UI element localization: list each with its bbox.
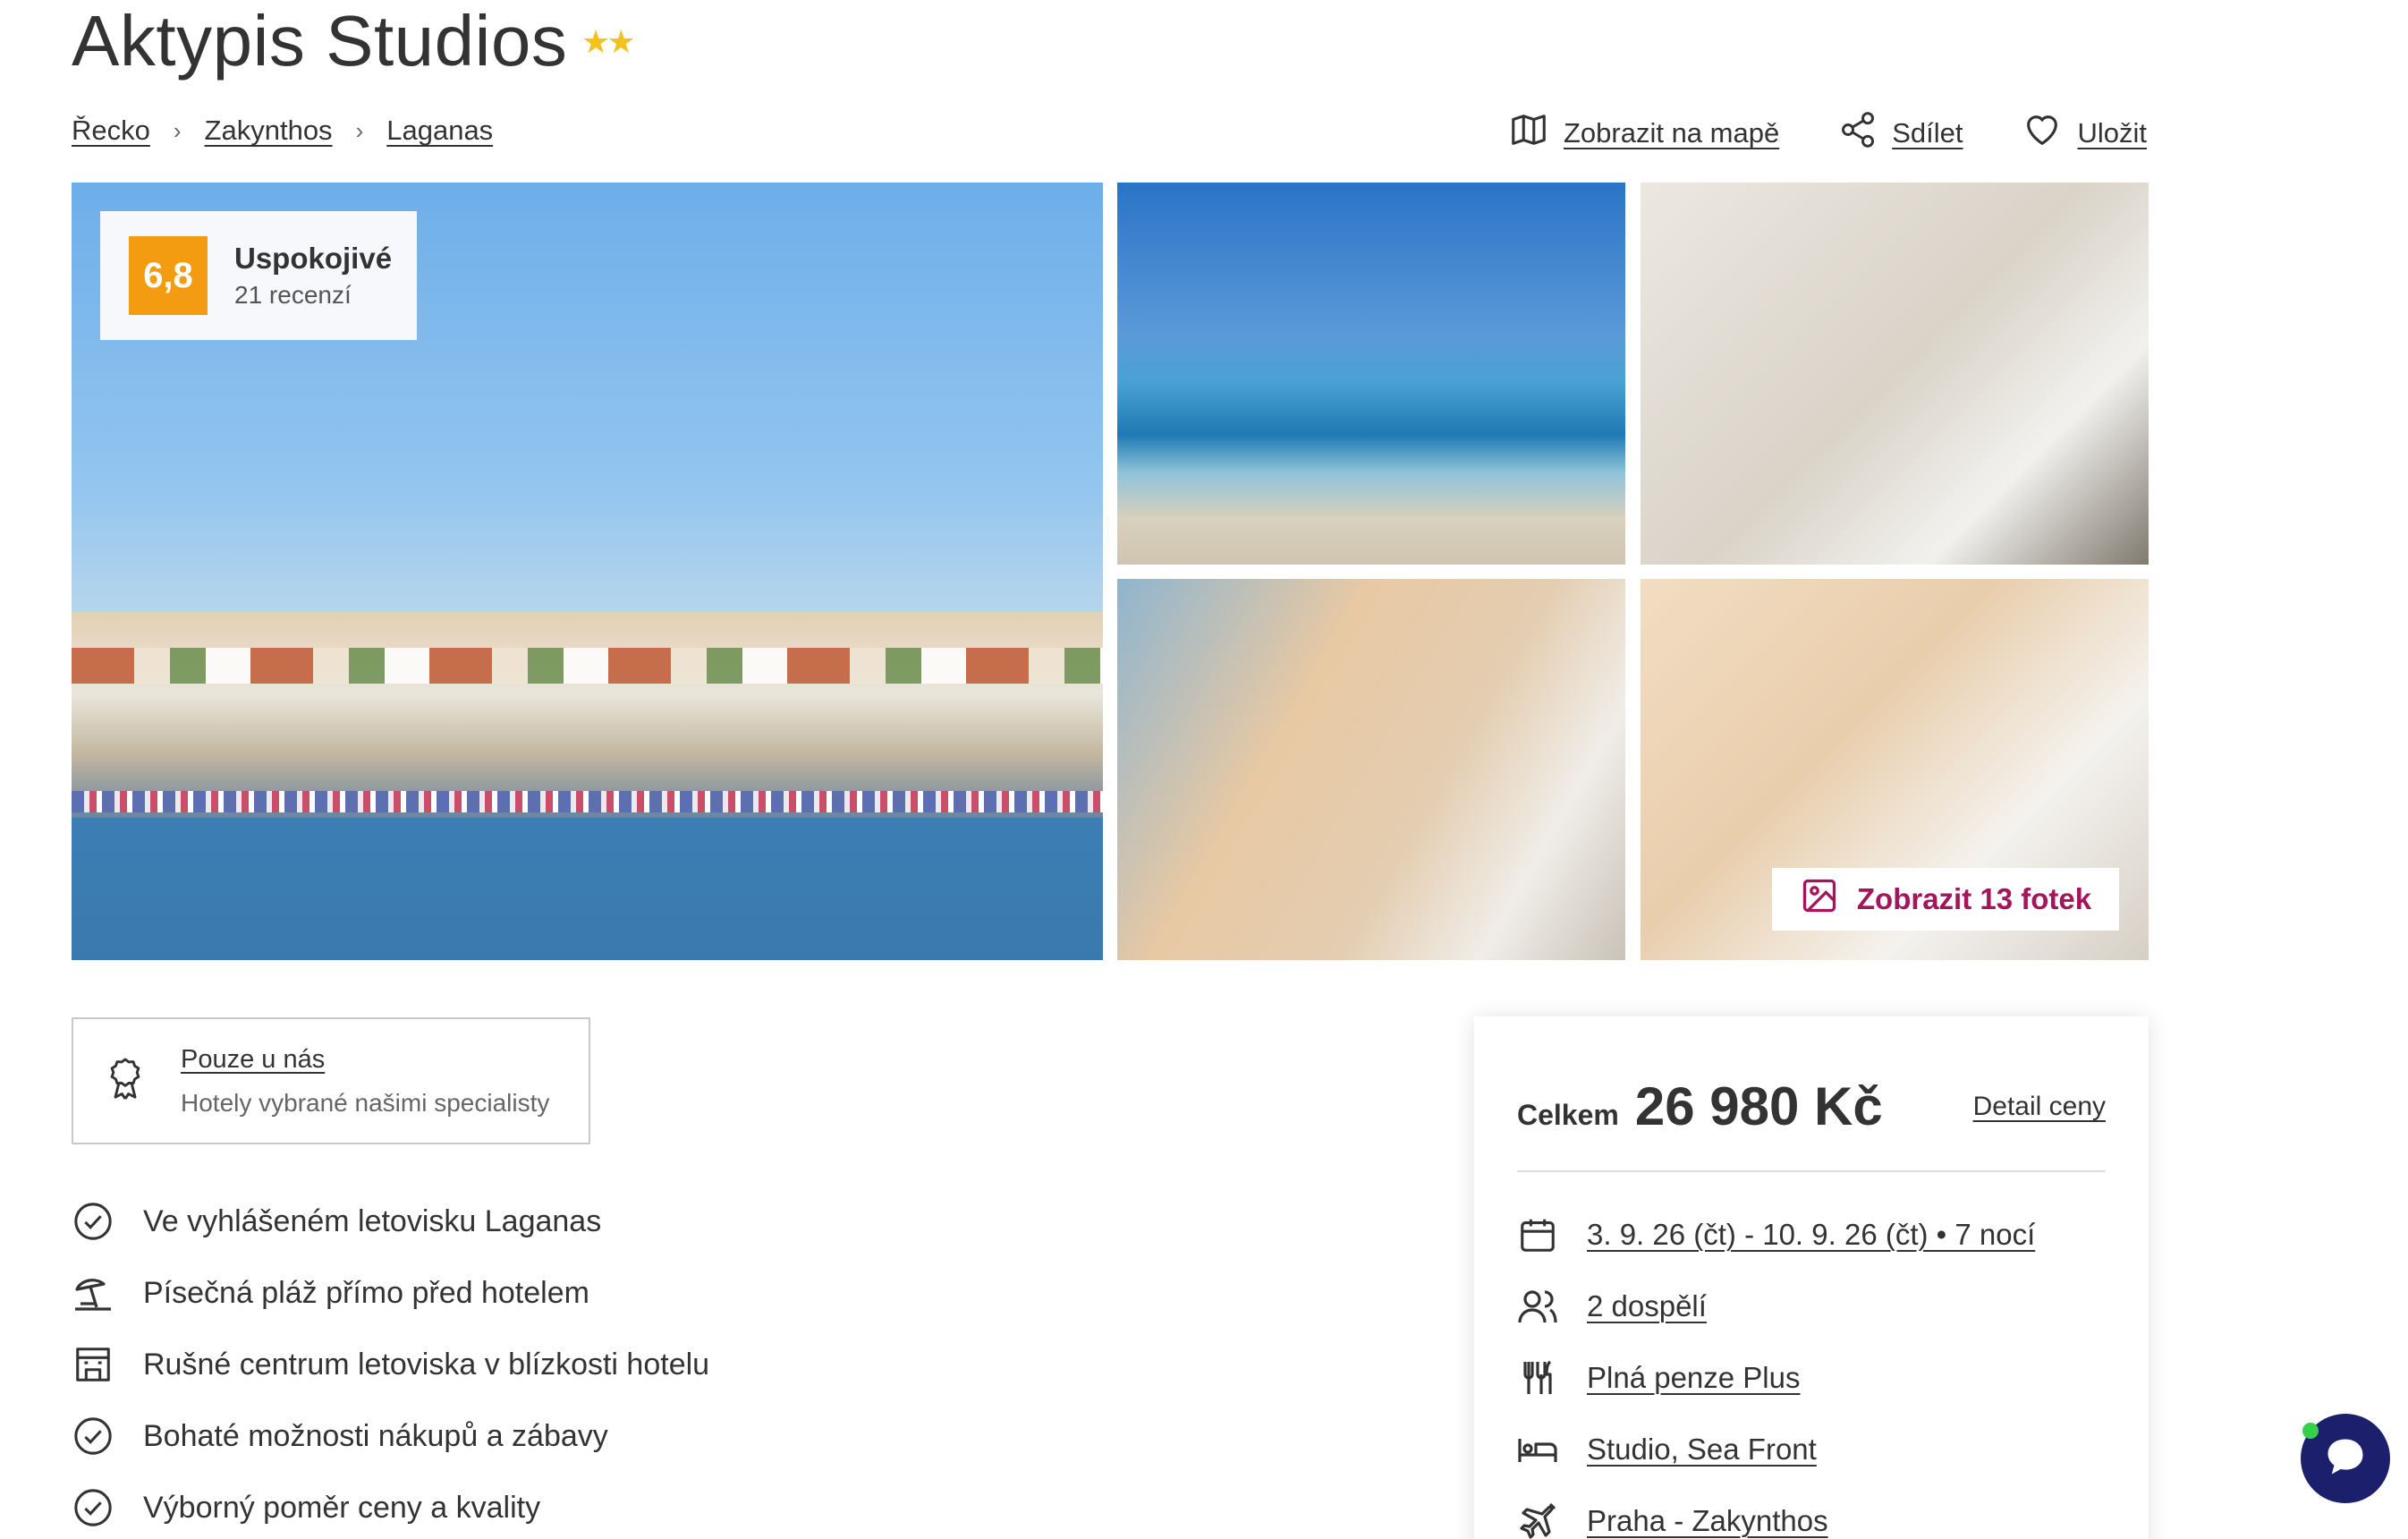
feature-item: Výborný poměr ceny a kvality bbox=[72, 1472, 709, 1539]
airplane-icon bbox=[1515, 1499, 1560, 1539]
shop-icon bbox=[72, 1343, 114, 1386]
total-price: 26 980 Kč bbox=[1634, 1076, 1883, 1136]
photo-town-scene bbox=[72, 612, 1103, 818]
price-detail-link[interactable]: Detail ceny bbox=[1973, 1092, 2106, 1122]
breadcrumb: Řecko › Zakynthos › Laganas bbox=[72, 115, 493, 147]
chevron-right-icon: › bbox=[355, 116, 364, 144]
feature-text: Ve vyhlášeném letovisku Laganas bbox=[143, 1203, 602, 1238]
room-value[interactable]: Studio, Sea Front bbox=[1587, 1433, 1817, 1467]
feature-item: Bohaté možnosti nákupů a zábavy bbox=[72, 1400, 709, 1472]
show-on-map-button[interactable]: Zobrazit na mapě bbox=[1508, 109, 1779, 157]
board-value[interactable]: Plná penze Plus bbox=[1587, 1361, 1801, 1395]
flight-value[interactable]: Praha - Zakynthos bbox=[1587, 1504, 1828, 1538]
feature-text: Výborný poměr ceny a kvality bbox=[143, 1490, 541, 1525]
hotel-features: Ve vyhlášeném letovisku Laganas Písečná … bbox=[72, 1186, 709, 1539]
cutlery-icon bbox=[1515, 1356, 1560, 1400]
feature-item: Rušné centrum letoviska v blízkosti hote… bbox=[72, 1329, 709, 1400]
chevron-right-icon: › bbox=[173, 116, 182, 144]
price-summary-card: Celkem 26 980 Kč Detail ceny 3. 9. 26 (č… bbox=[1474, 1016, 2149, 1539]
breadcrumb-region[interactable]: Zakynthos bbox=[205, 115, 333, 147]
flight-row[interactable]: Praha - Zakynthos bbox=[1515, 1485, 2035, 1539]
check-circle-icon bbox=[72, 1200, 114, 1243]
exclusive-title[interactable]: Pouze u nás bbox=[181, 1045, 549, 1075]
dates-row[interactable]: 3. 9. 26 (čt) - 10. 9. 26 (čt) • 7 nocí bbox=[1515, 1199, 2035, 1271]
breadcrumb-country[interactable]: Řecko bbox=[72, 115, 150, 147]
chat-bubble-icon bbox=[2322, 1433, 2369, 1484]
hotel-actions: Zobrazit na mapě Sdílet Uložit bbox=[1508, 109, 2147, 157]
divider bbox=[1517, 1170, 2106, 1172]
board-row[interactable]: Plná penze Plus bbox=[1515, 1342, 2035, 1414]
show-all-photos-label: Zobrazit 13 fotek bbox=[1856, 882, 2092, 915]
breadcrumb-resort[interactable]: Laganas bbox=[386, 115, 493, 147]
gallery-photo-room[interactable] bbox=[1641, 183, 2149, 565]
dates-value[interactable]: 3. 9. 26 (čt) - 10. 9. 26 (čt) • 7 nocí bbox=[1587, 1218, 2035, 1252]
exclusive-offer-box[interactable]: Pouze u nás Hotely vybrané našimi specia… bbox=[72, 1017, 590, 1144]
gallery-photo-beach[interactable] bbox=[1117, 183, 1625, 565]
feature-text: Písečná pláž přímo před hotelem bbox=[143, 1275, 589, 1310]
share-icon bbox=[1838, 110, 1878, 157]
image-icon bbox=[1800, 876, 1839, 923]
gallery-photo-bedroom-balcony[interactable] bbox=[1117, 579, 1625, 960]
hotel-title: Aktypis Studios bbox=[72, 1, 568, 81]
feature-text: Rušné centrum letoviska v blízkosti hote… bbox=[143, 1347, 710, 1382]
check-circle-icon bbox=[72, 1415, 114, 1458]
guests-value[interactable]: 2 dospělí bbox=[1587, 1289, 1707, 1323]
rating-card[interactable]: 6,8 Uspokojivé 21 recenzí bbox=[100, 211, 417, 340]
calendar-icon bbox=[1515, 1212, 1560, 1257]
award-icon bbox=[106, 1056, 145, 1107]
photo-beach-chairs bbox=[72, 791, 1103, 812]
share-button[interactable]: Sdílet bbox=[1838, 110, 1963, 157]
room-row[interactable]: Studio, Sea Front bbox=[1515, 1414, 2035, 1485]
share-label: Sdílet bbox=[1892, 117, 1963, 149]
feature-item: Ve vyhlášeném letovisku Laganas bbox=[72, 1186, 709, 1257]
exclusive-subtitle: Hotely vybrané našimi specialisty bbox=[181, 1088, 550, 1117]
show-all-photos-button[interactable]: Zobrazit 13 fotek bbox=[1772, 868, 2119, 931]
online-status-dot bbox=[2302, 1423, 2319, 1439]
beach-umbrella-icon bbox=[72, 1271, 114, 1314]
rating-score: 6,8 bbox=[129, 236, 208, 315]
save-label: Uložit bbox=[2077, 117, 2147, 149]
heart-icon bbox=[2022, 109, 2063, 157]
star-rating: ★★ bbox=[581, 23, 636, 60]
users-icon bbox=[1515, 1284, 1560, 1329]
save-button[interactable]: Uložit bbox=[2022, 109, 2147, 157]
bed-icon bbox=[1515, 1427, 1560, 1472]
photo-town-roofs bbox=[72, 648, 1103, 684]
feature-item: Písečná pláž přímo před hotelem bbox=[72, 1257, 709, 1329]
rating-label: Uspokojivé bbox=[234, 242, 393, 275]
total-label: Celkem bbox=[1517, 1099, 1619, 1131]
review-count: 21 recenzí bbox=[234, 281, 352, 309]
show-on-map-label: Zobrazit na mapě bbox=[1563, 117, 1780, 149]
feature-text: Bohaté možnosti nákupů a zábavy bbox=[143, 1418, 608, 1453]
map-icon bbox=[1508, 109, 1549, 157]
check-circle-icon bbox=[72, 1486, 114, 1529]
guests-row[interactable]: 2 dospělí bbox=[1515, 1271, 2035, 1342]
